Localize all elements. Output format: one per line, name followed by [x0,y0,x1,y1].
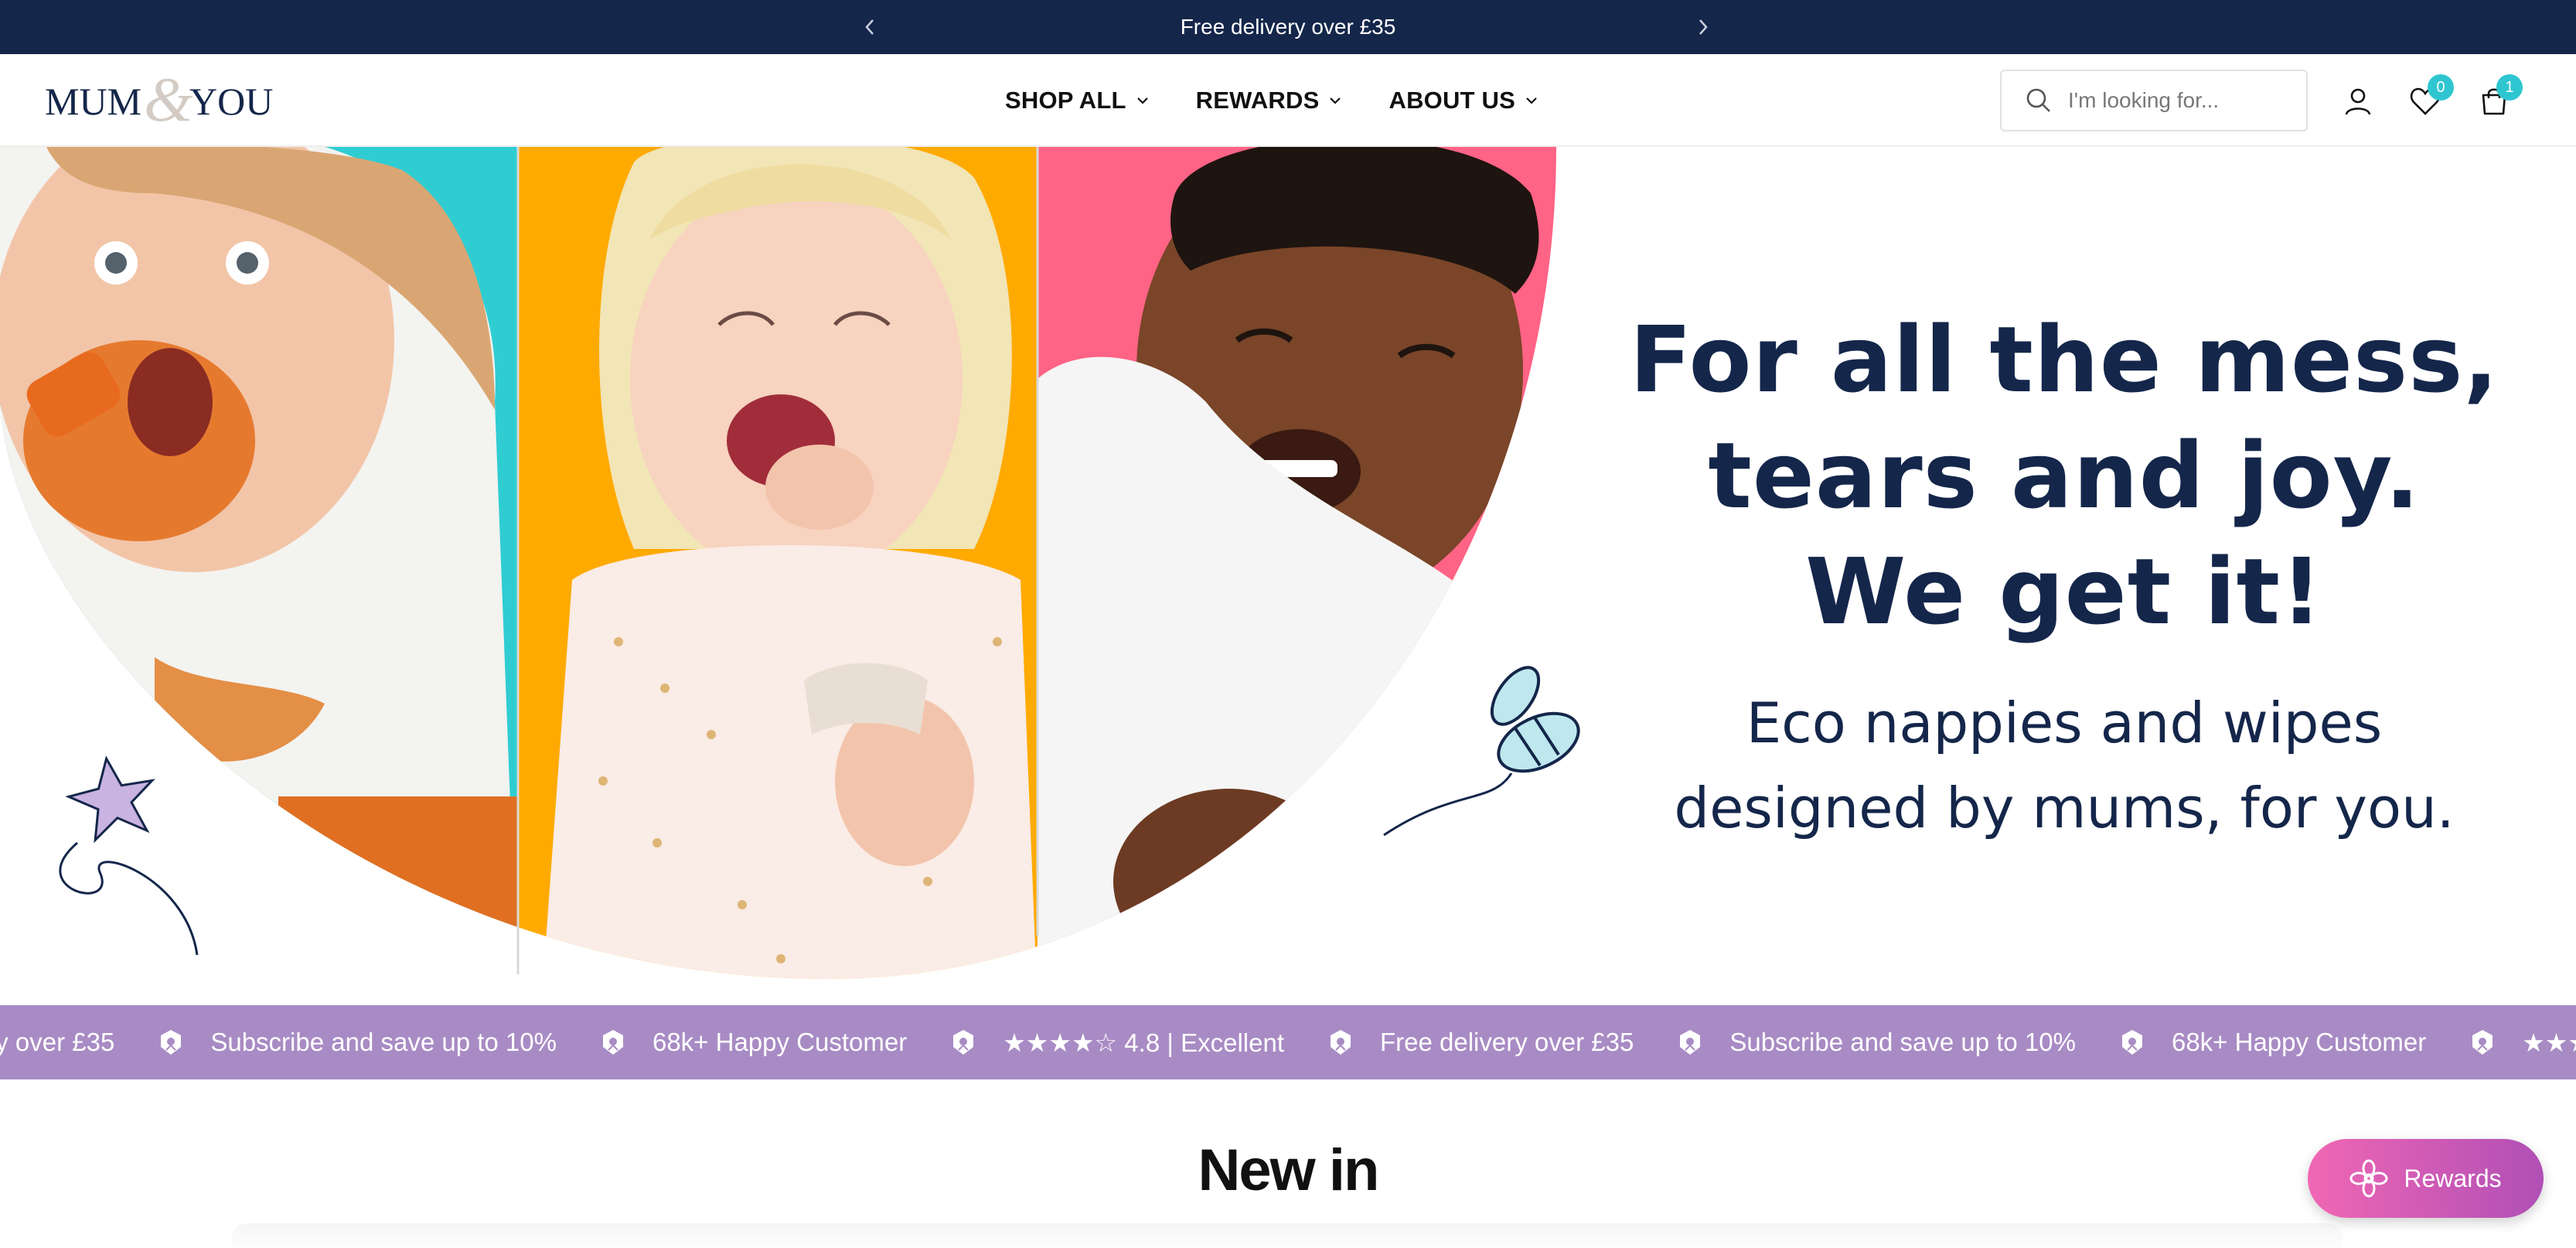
marquee-item: Free delivery over £35 [0,1028,114,1057]
nav-rewards-label: REWARDS [1195,87,1320,114]
hero-headline-line-2: tears and joy. [1708,422,2421,529]
svg-text:&: & [144,70,193,131]
marquee-item-text: 68k+ Happy Customer [2171,1028,2427,1056]
usp-marquee-track: Free delivery over £35 Subscribe and sav… [0,1005,2576,1079]
cart-icon[interactable]: 1 [2476,74,2523,119]
marquee-item: Subscribe and save up to 10% [1677,1027,2076,1058]
marquee-item: 68k+ Happy Customer [600,1027,907,1058]
nav-about-us[interactable]: ABOUT US [1389,87,1538,114]
flower-badge-icon [158,1027,184,1058]
marquee-item-text: Subscribe and save up to 10% [210,1028,557,1056]
wishlist-count-badge: 0 [2428,74,2454,101]
cart-count-badge: 1 [2496,74,2523,101]
announcement-bar: Free delivery over £35 [0,0,2576,54]
marquee-item-text: ★★★★☆ 4.8 | Excellent [1003,1028,1284,1057]
marquee-item-text: Subscribe and save up to 10% [1729,1028,2076,1056]
marquee-item-text: Free delivery over £35 [1380,1028,1634,1056]
hero-banner: For all the mess, tears and joy. We get … [0,147,2576,1005]
marquee-item: Subscribe and save up to 10% [158,1027,557,1058]
search-icon [2026,88,2050,112]
flower-badge-icon [1327,1027,1354,1058]
chevron-down-icon [1526,97,1537,104]
chevron-down-icon [1330,97,1341,104]
logo-text-mum: MUM [45,80,141,123]
wishlist-icon[interactable]: 0 [2407,74,2454,119]
flower-badge-icon [1677,1027,1703,1058]
chevron-down-icon [1136,97,1148,104]
logo-text-you: YOU [189,80,273,123]
main-nav: SHOP ALL REWARDS ABOUT US [1005,54,1538,147]
star-doodle-icon [59,755,199,956]
announcement-text: Free delivery over £35 [1180,15,1396,39]
product-carousel-top [232,1223,2343,1248]
marquee-item: 68k+ Happy Customer [2119,1027,2426,1058]
flower-badge-icon [950,1027,976,1058]
marquee-item: ★★★★☆ 4.8 | Excellent [2469,1027,2576,1058]
bee-doodle-icon [1383,666,1580,837]
flower-icon [2349,1159,2388,1198]
hero-headline-line-3: We get it! [1805,538,2323,645]
marquee-item: ★★★★☆ 4.8 | Excellent [950,1027,1284,1058]
chevron-right-icon[interactable] [1689,13,1717,41]
nav-rewards[interactable]: REWARDS [1196,87,1343,114]
nav-about-us-label: ABOUT US [1389,87,1515,114]
rewards-button[interactable]: Rewards [2308,1139,2544,1218]
nav-shop-all[interactable]: SHOP ALL [1005,87,1150,114]
hero-subline-line-2: designed by mums, for you. [1674,776,2455,841]
marquee-item-text: ★★★★☆ 4.8 | Excellent [2522,1028,2576,1057]
search-box[interactable] [2000,70,2308,131]
hero-subline: Eco nappies and wipes designed by mums, … [1585,680,2544,851]
hero-headline: For all the mess, tears and joy. We get … [1546,302,2576,650]
marquee-item-text: Free delivery over £35 [0,1028,115,1056]
marquee-item: Free delivery over £35 [1327,1027,1634,1058]
account-icon[interactable] [2340,84,2376,119]
site-header: MUM & YOU SHOP ALL REWARDS ABOUT US 0 1 [0,54,2576,147]
flower-badge-icon [2119,1027,2145,1058]
hero-subline-line-1: Eco nappies and wipes [1746,690,2383,755]
hero-headline-line-1: For all the mess, [1629,306,2499,413]
rewards-button-label: Rewards [2404,1164,2502,1192]
marquee-item-text: 68k+ Happy Customer [652,1028,908,1056]
logo[interactable]: MUM & YOU [45,64,285,135]
nav-shop-all-label: SHOP ALL [1005,87,1126,114]
usp-marquee: Free delivery over £35 Subscribe and sav… [0,1005,2576,1079]
search-input[interactable] [2068,88,2300,113]
section-title-new-in: New in [1198,1137,1380,1203]
flower-badge-icon [2469,1027,2496,1058]
flower-badge-icon [600,1027,626,1058]
